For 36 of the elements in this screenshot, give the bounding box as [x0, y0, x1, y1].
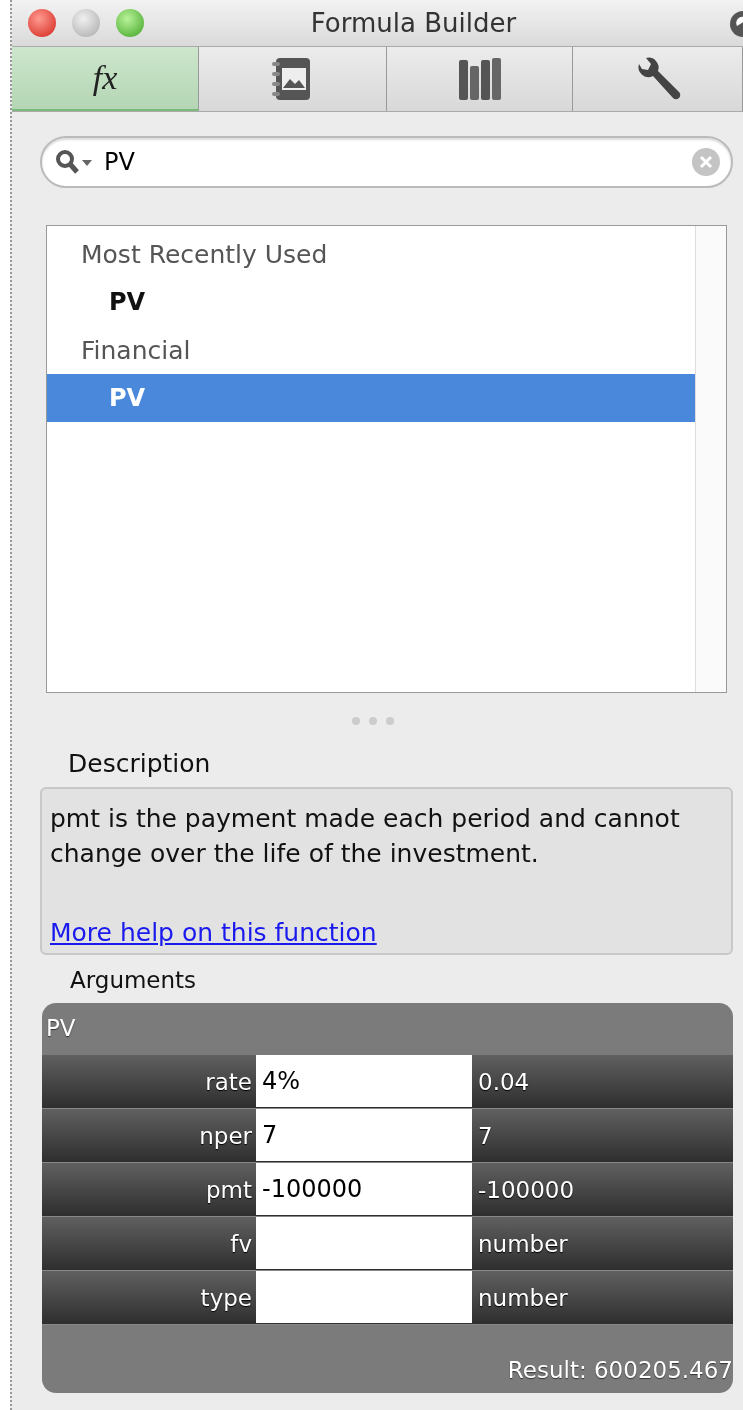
description-text: pmt is the payment made each period and cannot change over the life of the investment.	[50, 803, 681, 870]
argument-value: 7	[477, 1122, 494, 1149]
argument-name: nper	[198, 1122, 253, 1149]
argument-name: rate	[204, 1068, 253, 1095]
argument-name: type	[199, 1284, 253, 1311]
argument-name: pmt	[204, 1176, 253, 1203]
search-field[interactable]: PV	[40, 136, 733, 188]
toolbar-tab[interactable]	[573, 47, 743, 111]
argument-value: number	[477, 1284, 569, 1311]
clear-icon[interactable]	[691, 147, 721, 177]
section-heading: Arguments	[69, 967, 198, 995]
toolbar-tab[interactable]	[199, 47, 387, 111]
help-link[interactable]: More help on this function	[50, 918, 377, 947]
argument-input[interactable]: -100000	[256, 1163, 472, 1215]
close-button[interactable]	[28, 9, 56, 37]
argument-input[interactable]	[256, 1217, 472, 1269]
argument-input[interactable]: 7	[256, 1109, 472, 1161]
function-name: PV	[45, 1014, 77, 1043]
function-item[interactable]: PV	[47, 374, 695, 422]
toolbar-tab[interactable]	[387, 47, 573, 111]
result-text: Result: 600205.467	[507, 1357, 733, 1385]
category-heading: Most Recently Used	[80, 238, 329, 271]
window-title: Formula Builder	[309, 8, 518, 38]
argument-value: -100000	[477, 1176, 576, 1203]
argument-value: 0.04	[477, 1068, 531, 1095]
minimize-button[interactable]	[72, 9, 100, 37]
category-heading: Financial	[80, 334, 192, 367]
scrollbar-track[interactable]	[695, 226, 726, 692]
zoom-button[interactable]	[116, 9, 144, 37]
section-heading: Description	[67, 749, 212, 780]
toolbar-tab[interactable]: fx	[12, 47, 199, 111]
argument-input[interactable]	[256, 1271, 472, 1323]
argument-input[interactable]: 4%	[256, 1055, 472, 1107]
function-item[interactable]: PV	[47, 278, 695, 326]
argument-value: number	[477, 1230, 569, 1257]
argument-name: fv	[229, 1230, 253, 1257]
